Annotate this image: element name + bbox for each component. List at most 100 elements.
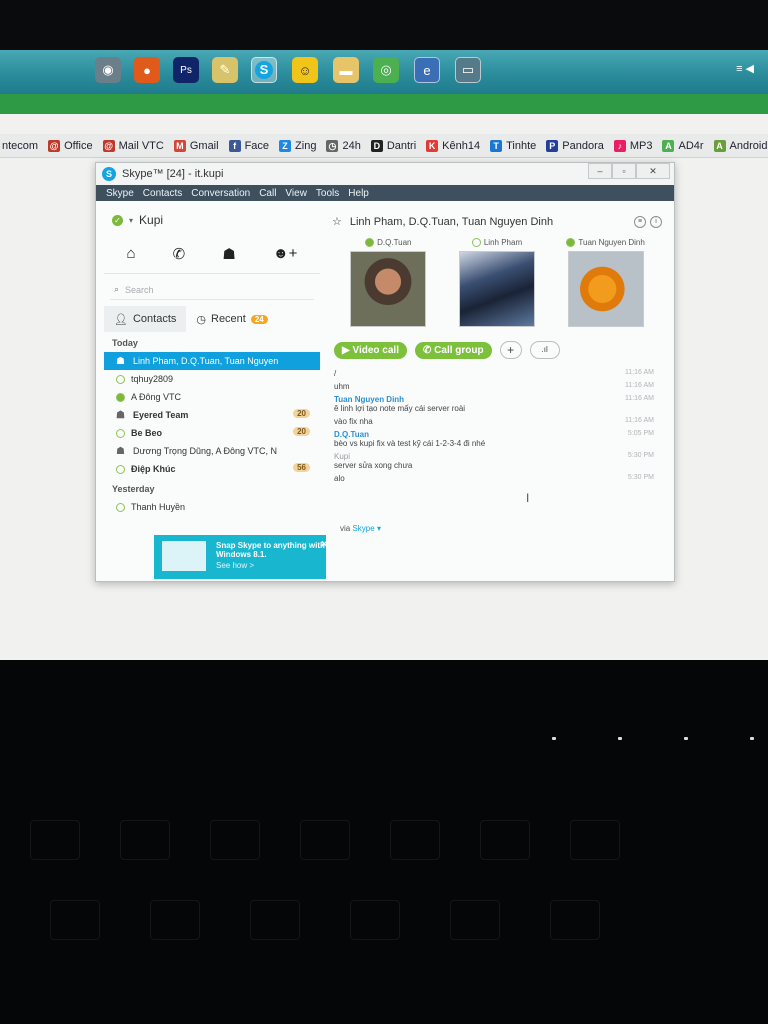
group-header-today: Today [112,338,138,348]
star-icon[interactable]: ☆ [332,215,342,228]
message-text: bèo vs kupi fix và test kỹ cái 1-2-3-4 đ… [334,439,486,448]
ie-icon[interactable]: e [414,57,440,83]
chat-message: vào fix nha 11:16 AM [334,417,660,426]
via-skype[interactable]: via Skype ▾ [340,524,381,533]
message-time: 11:16 AM [624,395,654,402]
menu-item[interactable]: Call [259,188,276,199]
snap-banner[interactable]: ✕ Snap Skype to anything with Windows 8.… [154,535,334,579]
call-group-button[interactable]: ✆ Call group [415,341,492,359]
call-quality-icon[interactable]: .ıl [529,341,560,359]
indicator-light [618,737,622,740]
snap-link[interactable]: See how > [216,561,328,570]
profile[interactable]: ✓ ▾ Kupi [104,203,320,237]
contact-item[interactable]: Thanh Huyền [104,498,320,516]
participant-card[interactable]: Tuan Nguyen Dinh [561,238,651,327]
close-button[interactable]: ✕ [636,163,670,179]
contact-item[interactable]: ☗ Eyered Team 20 [104,406,320,424]
participant-name: D.Q.Tuan [377,238,412,247]
bookmark-item[interactable]: @ Mail VTC [102,139,164,152]
bookmark-item[interactable]: M Gmail [173,139,219,152]
windows-logo-icon [162,541,206,571]
group-icon: ☗ [116,445,125,457]
info-icon[interactable]: i [650,215,662,228]
menu-item[interactable]: Skype [106,188,134,199]
add-contact-icon[interactable]: ☻+ [273,245,298,263]
smiley-icon[interactable]: ☺ [292,57,318,83]
bookmark-label: Gmail [189,139,219,152]
options-icon[interactable]: ≡ [634,215,646,228]
chrome-icon[interactable]: ◎ [373,57,399,83]
bookmark-item[interactable]: @ Office [48,139,93,152]
firefox-icon[interactable]: ● [134,57,160,83]
group-icon[interactable]: ☗ [222,245,235,263]
bookmark-item[interactable]: P Pandora [546,139,604,152]
bookmark-item[interactable]: ntecom [2,140,38,152]
recent-count-badge: 24 [250,314,268,324]
message-time: 5:30 PM [627,474,654,481]
contact-item[interactable]: Điệp Khúc 56 [104,460,320,478]
thumbnail[interactable] [234,588,334,628]
clock-icon: ◷ [196,313,206,326]
bookmark-item[interactable]: T Tinhte [490,139,536,152]
bookmark-icon: A [713,139,726,152]
online-status-icon[interactable]: ✓ [112,214,123,226]
bookmark-item[interactable]: D Dantri [370,139,417,152]
menu-item[interactable]: View [285,188,307,199]
chrome-alt-icon[interactable]: ◉ [95,57,121,83]
contact-item[interactable]: ☗ Linh Pham, D.Q.Tuan, Tuan Nguyen [104,352,320,370]
window-edge-strip [0,94,768,114]
call-actions: ▶︎ Video call ✆ Call group + .ıl [326,331,668,365]
minimize-button[interactable]: – [588,163,612,179]
bookmark-item[interactable]: AAndroid.vn [713,139,768,152]
participant-card[interactable]: D.Q.Tuan [343,238,433,327]
folder-icon[interactable]: ▬ [333,57,359,83]
bookmark-item[interactable]: ♪ MP3 [613,139,652,152]
menu-item[interactable]: Contacts [143,188,182,199]
bookmark-label: Face [244,139,270,152]
search-input[interactable]: ⌕ Search [110,280,314,300]
photoshop-icon[interactable]: Ps [173,57,199,83]
message-text: / [334,369,337,378]
notepad-icon[interactable]: ✎ [212,57,238,83]
bookmark-item[interactable]: f Face [228,139,270,152]
video-call-button[interactable]: ▶︎ Video call [334,341,407,359]
participant-name-row: D.Q.Tuan [343,238,433,247]
contact-item[interactable]: Be Beo 20 [104,424,320,442]
bookmark-icon: D [370,139,383,152]
monitor-icon[interactable]: ▭ [455,57,481,83]
system-tray[interactable]: ≡ ◀ [736,62,754,75]
add-button[interactable]: + [499,341,522,359]
participant-name: Tuan Nguyen Dinh [578,238,645,247]
phone-icon[interactable]: ✆ [173,245,186,263]
maximize-button[interactable]: ▫ [612,163,636,179]
tab-recent[interactable]: ◷ Recent 24 [186,306,277,332]
message-text: server sửa xong chưa [334,461,413,470]
menu-item[interactable]: Conversation [191,188,250,199]
bookmark-item[interactable]: K Kênh14 [426,139,480,152]
contact-item[interactable]: ☗ Dương Trọng Dũng, A Đông VTC, N [104,442,320,460]
home-icon[interactable]: ⌂ [127,245,136,263]
thumbnail[interactable] [120,588,220,628]
status-icon [116,428,125,438]
keyboard-key [390,820,440,860]
indicator-light [684,737,688,740]
tab-contacts[interactable]: 👤︎ Contacts [104,306,187,332]
thumbnail[interactable] [348,588,448,628]
bookmark-icon: f [228,139,241,152]
bookmark-item[interactable]: Z Zing [279,139,316,152]
contact-item[interactable]: tqhuy2809 [104,370,320,388]
skype-titlebar[interactable]: S Skype™ [24] - it.kupi – ▫ ✕ [96,163,674,185]
bookmark-item[interactable]: A AD4r [662,139,704,152]
skype-taskbar-icon[interactable]: S [251,57,277,83]
chevron-down-icon[interactable]: ▾ [129,216,133,225]
menu-item[interactable]: Tools [316,188,339,199]
chat-message: / 11:16 AM [334,369,660,378]
person-icon: 👤︎ [114,313,128,326]
bookmark-item[interactable]: ◷ 24h [326,139,361,152]
contact-item[interactable]: A Đông VTC [104,388,320,406]
participant-card[interactable]: Linh Pham [452,238,542,327]
participant-name-row: Linh Pham [452,238,542,247]
menu-item[interactable]: Help [348,188,369,199]
bookmark-icon: ♪ [613,139,626,152]
bookmark-label: Dantri [386,139,417,152]
